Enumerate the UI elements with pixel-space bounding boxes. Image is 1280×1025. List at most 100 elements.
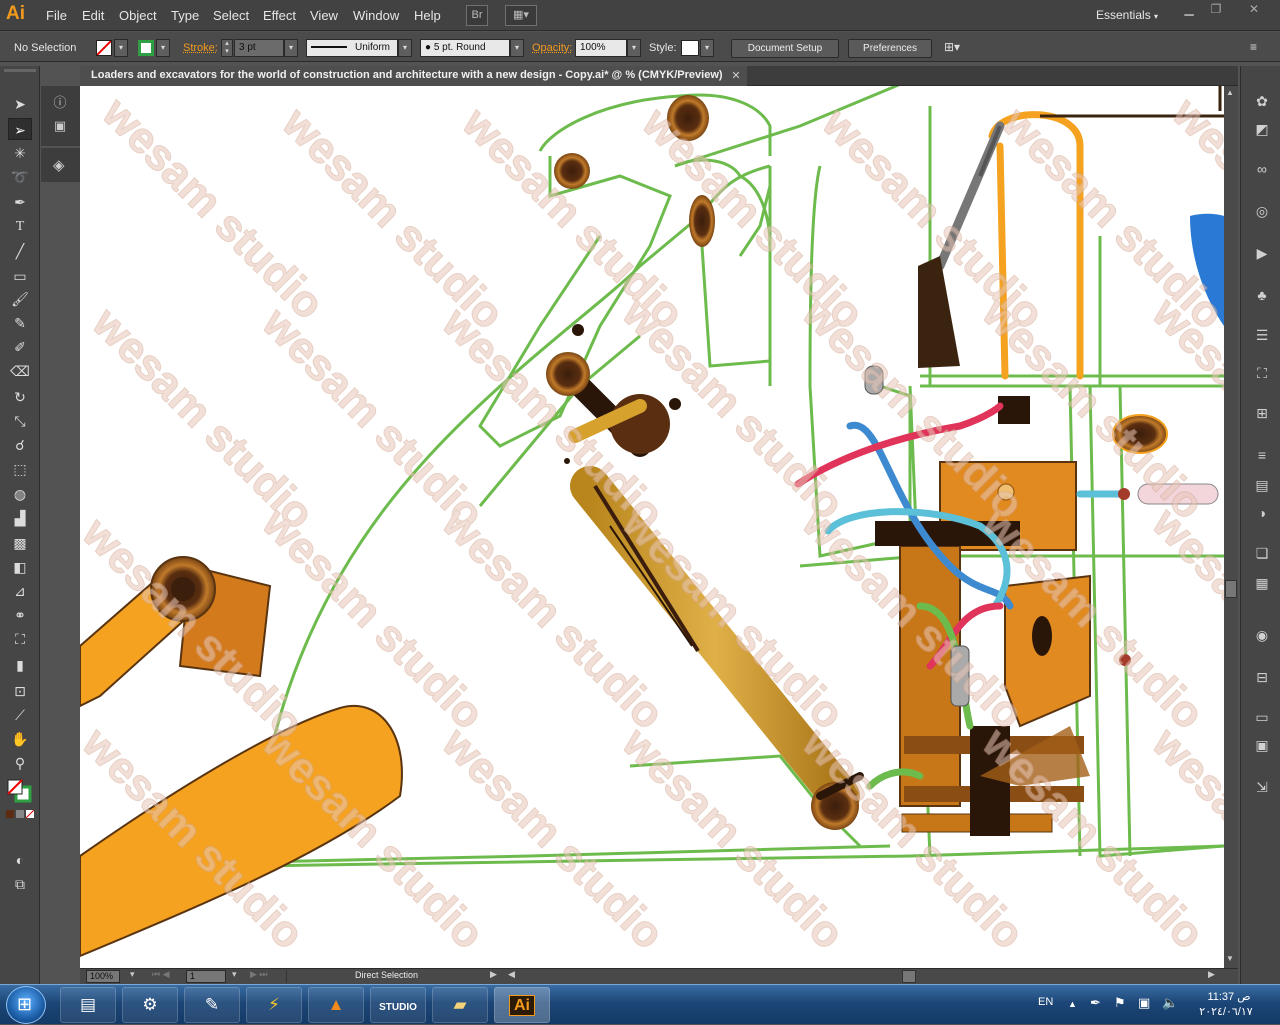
stroke-weight-stepper[interactable]: ▴ ▾ [221, 39, 233, 57]
perspective-grid-tool[interactable]: ▟ [8, 507, 32, 529]
links-panel-button[interactable]: ∞ [1251, 158, 1273, 180]
menu-view[interactable]: View [310, 8, 338, 23]
opacity-dropdown[interactable]: ▾ [627, 39, 641, 57]
column-graph-tool[interactable]: ▮ [8, 654, 32, 676]
direct-selection-tool[interactable]: ➢ [8, 118, 32, 140]
pen-tool[interactable]: ✒ [8, 191, 32, 213]
menu-help[interactable]: Help [414, 8, 441, 23]
menu-select[interactable]: Select [213, 8, 249, 23]
paragraph-panel-button[interactable]: ⇲ [1251, 776, 1273, 798]
clock-time[interactable]: 11:37 ص [1204, 990, 1254, 1003]
layers-dock-button[interactable]: ⊟ [1251, 666, 1273, 688]
artboard-canvas[interactable]: wesam studio wesam studio wesam studio w… [80, 86, 1224, 968]
menu-type[interactable]: Type [171, 8, 199, 23]
appearance-panel-button[interactable]: ❏ [1251, 542, 1273, 564]
horizontal-scroll-thumb[interactable] [902, 970, 916, 983]
actions-panel-button[interactable]: ▶ [1251, 242, 1273, 264]
taskbar-system-tool[interactable]: ⚙ [122, 987, 178, 1023]
artboard-dropdown[interactable]: ▾ [232, 969, 237, 980]
network-icon[interactable]: ▣ [1138, 995, 1150, 1011]
slice-tool[interactable]: ⟋ [8, 704, 32, 726]
vertical-scrollbar[interactable]: ▲ ▼ [1224, 86, 1238, 968]
selection-tool[interactable]: ➤ [8, 93, 32, 115]
taskbar-studio[interactable]: STUDIO [370, 987, 426, 1023]
preferences-button[interactable]: Preferences [848, 39, 932, 58]
gradient-tool[interactable]: ◧ [8, 556, 32, 578]
scroll-up-icon[interactable]: ▲ [1226, 88, 1234, 97]
symbols-panel-button[interactable]: ♣ [1251, 284, 1273, 306]
symbol-sprayer-tool[interactable]: ⛶ [8, 628, 32, 650]
variable-width-profile[interactable]: Uniform [306, 39, 398, 57]
type-tool[interactable]: T [8, 216, 32, 238]
scale-tool[interactable]: ⤡ [8, 410, 32, 432]
graphic-style-swatch[interactable] [681, 40, 699, 56]
workspace-switcher[interactable]: Essentials ▾ [1096, 8, 1158, 22]
language-indicator[interactable]: EN [1038, 996, 1053, 1008]
lasso-tool[interactable]: ➰ [8, 166, 32, 188]
blend-tool[interactable]: ⚭ [8, 604, 32, 626]
document-setup-button[interactable]: Document Setup [731, 39, 839, 58]
document-tab[interactable]: Loaders and excavators for the world of … [80, 66, 747, 86]
color-panel-button[interactable]: ✿ [1251, 90, 1273, 112]
mesh-tool[interactable]: ▩ [8, 532, 32, 554]
minimize-window-button[interactable]: ▁ [1177, 2, 1201, 18]
layers-panel-button[interactable]: ◈ [41, 148, 81, 182]
pencil-tool[interactable]: ✎ [8, 312, 32, 334]
zoom-dropdown[interactable]: ▾ [130, 969, 135, 980]
control-panel-menu[interactable]: ≡ [1250, 40, 1257, 54]
stroke-label[interactable]: Stroke: [183, 42, 218, 54]
taskbar-vlc[interactable]: ▲ [308, 987, 364, 1023]
paintbrush-tool[interactable]: 🖌 [8, 288, 32, 310]
blob-brush-tool[interactable]: ✐ [8, 336, 32, 358]
vertical-scroll-thumb[interactable] [1225, 580, 1237, 598]
graphic-styles-button[interactable]: ▦ [1251, 572, 1273, 594]
image-panel-button[interactable]: ▣ [49, 118, 71, 140]
magic-wand-tool[interactable]: ✳ [8, 142, 32, 164]
current-tool-status[interactable]: Direct Selection [286, 970, 486, 983]
artboard-number[interactable]: 1 [186, 970, 226, 983]
fill-stroke-control[interactable] [6, 778, 34, 804]
taskbar-pen-tablet[interactable]: ✎ [184, 987, 240, 1023]
bridge-button[interactable]: Br [466, 5, 488, 26]
first-artboard-button[interactable]: ⏮ ◀ [152, 969, 170, 980]
stroke-swatch[interactable] [138, 40, 154, 56]
line-segment-tool[interactable]: ╱ [8, 240, 32, 262]
warp-tool[interactable]: ☌ [8, 434, 32, 456]
color-mode-buttons[interactable] [6, 809, 35, 819]
arrange-documents-button[interactable]: ▦▾ [505, 5, 537, 26]
scroll-left-icon[interactable]: ◀ [508, 969, 515, 980]
close-window-button[interactable]: ✕ [1242, 2, 1266, 18]
eyedropper-tool[interactable]: ⊿ [8, 580, 32, 602]
info-panel-button[interactable]: ⓘ [49, 92, 71, 114]
opacity-label[interactable]: Opacity: [532, 42, 572, 54]
free-transform-tool[interactable]: ⬚ [8, 458, 32, 480]
rectangle-tool[interactable]: ▭ [8, 265, 32, 287]
status-menu-arrow[interactable]: ▶ [490, 969, 497, 980]
zoom-tool[interactable]: ⚲ [8, 752, 32, 774]
fill-swatch[interactable] [96, 40, 112, 56]
brush-dropdown[interactable]: ▾ [510, 39, 524, 57]
opacity-input[interactable]: 100% [575, 39, 627, 57]
panel-grip[interactable] [4, 69, 36, 72]
volume-icon[interactable]: 🔈 [1162, 995, 1178, 1011]
menu-window[interactable]: Window [353, 8, 399, 23]
menu-effect[interactable]: Effect [263, 8, 296, 23]
next-artboard-button[interactable]: ▶ ⏭ [250, 969, 268, 980]
stroke-panel-button[interactable]: ≡ [1251, 444, 1273, 466]
gradient-panel-button[interactable]: ▤ [1251, 474, 1273, 496]
scroll-down-icon[interactable]: ▼ [1226, 954, 1234, 963]
close-tab-icon[interactable]: ✕ [731, 69, 740, 82]
menu-file[interactable]: File [46, 8, 67, 23]
transform-panel-button[interactable]: ⛶ [1251, 362, 1273, 384]
menu-object[interactable]: Object [119, 8, 157, 23]
profile-dropdown[interactable]: ▾ [398, 39, 412, 57]
artboards-panel-button[interactable]: ▭ [1251, 706, 1273, 728]
stroke-weight-input[interactable]: 3 pt [234, 39, 284, 57]
navigator-panel-button[interactable]: ◉ [1251, 624, 1273, 646]
align-options-button[interactable]: ⊞▾ [944, 40, 974, 56]
zoom-level[interactable]: 100% [86, 970, 120, 983]
rotate-tool[interactable]: ↻ [8, 386, 32, 408]
style-dropdown[interactable]: ▾ [700, 39, 714, 57]
pathfinder-panel-button[interactable]: ⊞ [1251, 402, 1273, 424]
taskbar-task-manager[interactable]: ▤ [60, 987, 116, 1023]
